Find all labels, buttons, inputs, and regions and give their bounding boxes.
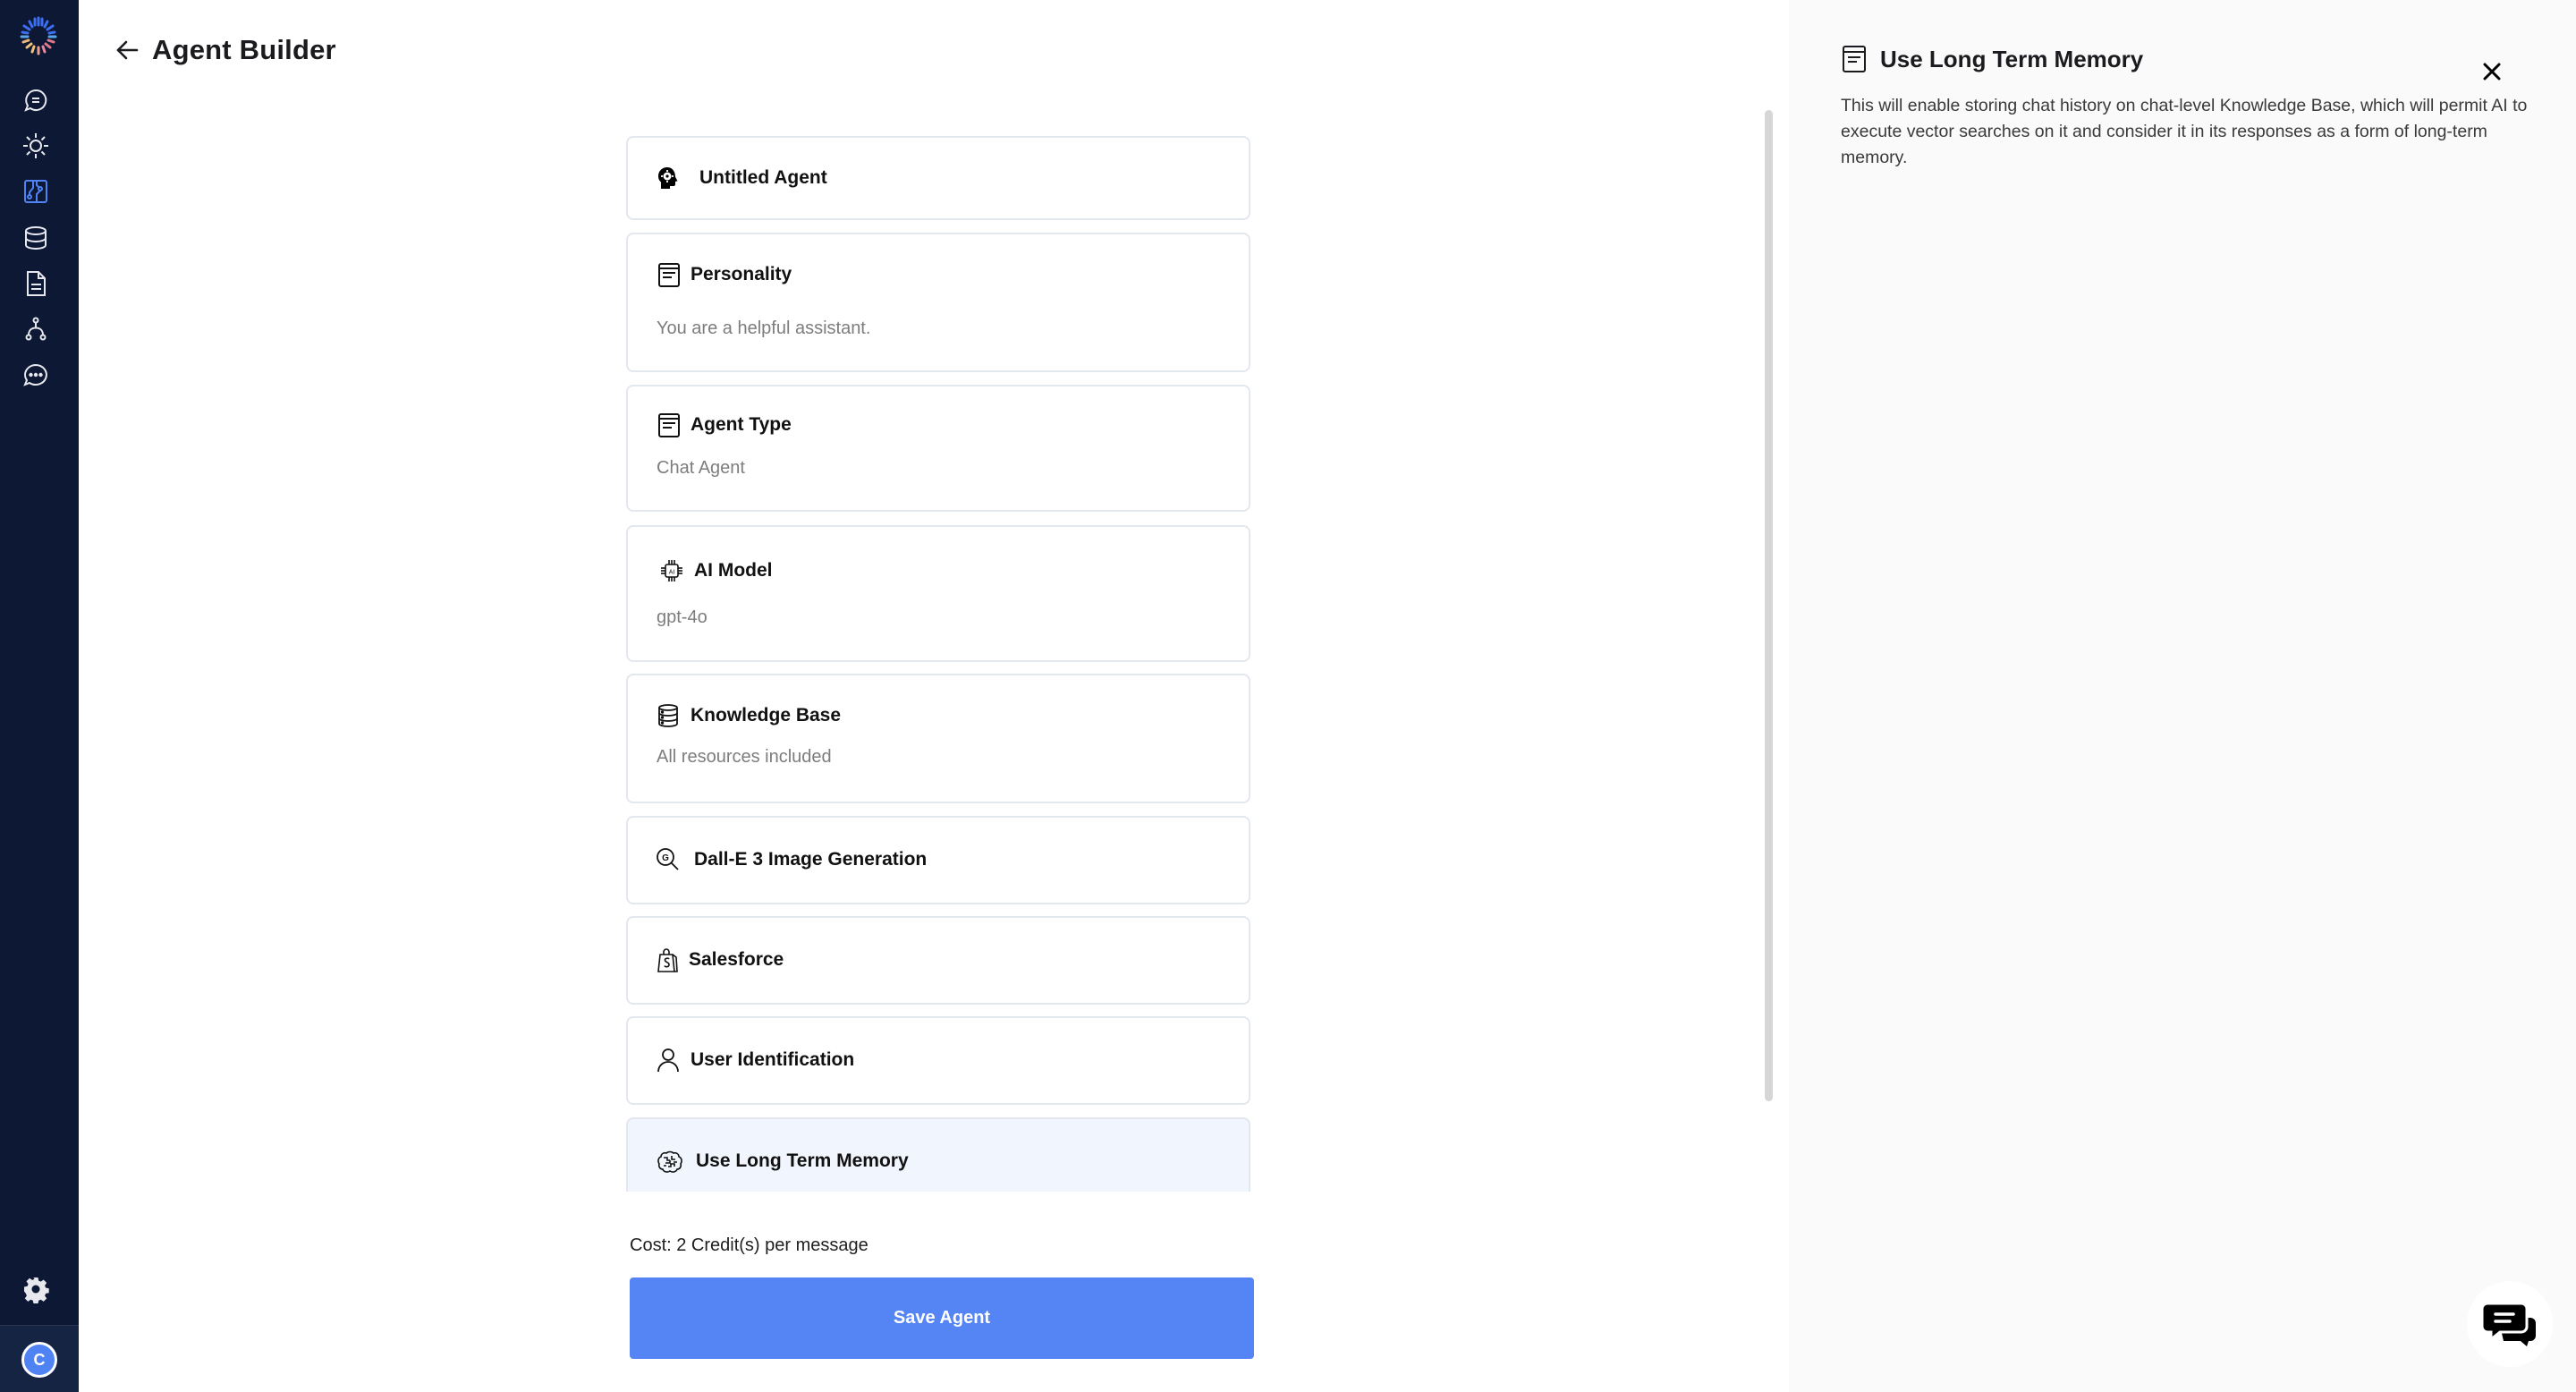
card-agent-name[interactable]: Untitled Agent bbox=[626, 136, 1250, 220]
card-title: Untitled Agent bbox=[699, 167, 827, 188]
panel-title: Use Long Term Memory bbox=[1880, 45, 2144, 72]
settings-button[interactable] bbox=[20, 1273, 52, 1305]
card-value: Chat Agent bbox=[657, 458, 745, 478]
nav-messages[interactable] bbox=[20, 359, 52, 391]
gear-icon bbox=[24, 1277, 49, 1303]
nav-database[interactable] bbox=[20, 222, 52, 254]
nav-documents[interactable] bbox=[20, 267, 52, 300]
chat-dots-icon bbox=[23, 363, 47, 386]
nav-agents[interactable] bbox=[20, 175, 52, 208]
card-value: gpt-4o bbox=[657, 607, 708, 627]
card-ai-model[interactable]: AI AI Model gpt-4o bbox=[626, 525, 1250, 662]
card-value: All resources included bbox=[657, 747, 832, 767]
close-icon[interactable] bbox=[2479, 59, 2504, 84]
card-user-identification[interactable]: User Identification bbox=[626, 1016, 1250, 1105]
agent-config-list: Untitled Agent Personality You are a hel… bbox=[626, 136, 1250, 1192]
chat-support-icon bbox=[2480, 1302, 2536, 1346]
document-lines-icon bbox=[1843, 46, 1866, 72]
document-lines-icon bbox=[658, 413, 680, 437]
card-title: Salesforce bbox=[689, 949, 784, 970]
document-lines-icon bbox=[658, 263, 680, 287]
user-area: C bbox=[0, 1325, 79, 1392]
search-g-icon: G bbox=[657, 848, 679, 870]
chat-bubble-icon bbox=[24, 89, 47, 112]
page-header: Agent Builder bbox=[114, 34, 336, 66]
cost-label: Cost: 2 Credit(s) per message bbox=[630, 1235, 869, 1255]
svg-text:G: G bbox=[662, 853, 669, 863]
workflow-icon bbox=[25, 317, 47, 341]
circuit-board-icon bbox=[24, 180, 47, 203]
avatar[interactable]: C bbox=[21, 1342, 57, 1378]
document-icon bbox=[27, 271, 46, 296]
shopping-bag-icon bbox=[657, 948, 678, 972]
nav-sun[interactable] bbox=[20, 130, 52, 162]
sidebar: C bbox=[0, 0, 79, 1392]
nav-workflows[interactable] bbox=[20, 313, 52, 345]
detail-panel: Use Long Term Memory This will enable st… bbox=[1789, 0, 2576, 1392]
head-gear-icon bbox=[658, 167, 678, 189]
card-salesforce[interactable]: Salesforce bbox=[626, 916, 1250, 1005]
svg-text:AI: AI bbox=[669, 570, 675, 576]
card-title: Dall-E 3 Image Generation bbox=[694, 849, 928, 870]
sun-icon bbox=[23, 133, 48, 158]
panel-description: This will enable storing chat history on… bbox=[1841, 96, 2528, 167]
database-stack-icon bbox=[658, 704, 678, 727]
card-title: User Identification bbox=[691, 1049, 855, 1070]
database-icon bbox=[25, 226, 47, 250]
save-agent-button[interactable]: Save Agent bbox=[630, 1277, 1254, 1359]
arrow-left-icon[interactable] bbox=[114, 38, 140, 63]
scrollbar[interactable] bbox=[1765, 110, 1773, 1101]
card-title: Use Long Term Memory bbox=[696, 1150, 909, 1171]
card-agent-type[interactable]: Agent Type Chat Agent bbox=[626, 385, 1250, 512]
brain-icon bbox=[657, 1150, 682, 1173]
user-icon bbox=[657, 1048, 679, 1073]
card-value: You are a helpful assistant. bbox=[657, 318, 871, 338]
chat-support-button[interactable] bbox=[2467, 1281, 2553, 1367]
card-personality[interactable]: Personality You are a helpful assistant. bbox=[626, 233, 1250, 372]
page-title: Agent Builder bbox=[152, 34, 336, 65]
card-title: Agent Type bbox=[691, 414, 792, 435]
card-title: AI Model bbox=[694, 560, 773, 581]
card-dalle[interactable]: G Dall-E 3 Image Generation bbox=[626, 816, 1250, 904]
card-long-term-memory[interactable]: Use Long Term Memory bbox=[626, 1117, 1250, 1192]
card-title: Personality bbox=[691, 264, 792, 284]
nav-chat[interactable] bbox=[20, 84, 52, 116]
card-knowledge-base[interactable]: Knowledge Base All resources included bbox=[626, 674, 1250, 803]
app-logo[interactable] bbox=[17, 14, 60, 57]
ai-chip-icon: AI bbox=[661, 560, 682, 581]
card-title: Knowledge Base bbox=[691, 705, 842, 726]
